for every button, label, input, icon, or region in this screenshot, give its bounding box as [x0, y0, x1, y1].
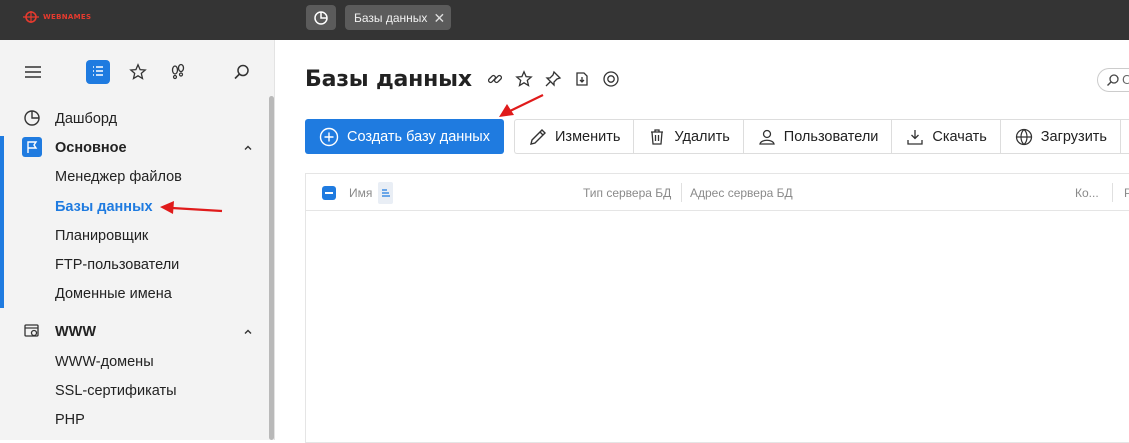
tab-label: Базы данных	[354, 10, 428, 25]
logo-text: WEBNAMES	[43, 13, 92, 21]
action-toolbar: Изменить Удалить Пользователи Скачать За…	[514, 119, 1129, 154]
logo-mark-icon	[23, 11, 39, 23]
sidebar-toolbar	[0, 40, 275, 104]
search-icon[interactable]	[230, 60, 254, 84]
hamburger-menu-icon[interactable]	[21, 60, 45, 84]
column-divider[interactable]	[681, 183, 682, 202]
download-icon	[907, 129, 924, 145]
search-icon	[1107, 74, 1119, 86]
download-button[interactable]: Скачать	[892, 120, 1001, 153]
column-server-type[interactable]: Тип сервера БД	[583, 186, 671, 200]
table-header: Имя Тип сервера БД Адрес сервера БД Ко..…	[306, 174, 1129, 211]
globe-upload-icon	[1015, 128, 1032, 145]
pie-chart-icon	[22, 108, 42, 128]
column-server-address[interactable]: Адрес сервера БД	[690, 186, 793, 200]
create-button-label: Создать базу данных	[347, 128, 490, 145]
sidebar-item-label: SSL-сертификаты	[55, 382, 177, 399]
upload-label: Загрузить	[1040, 128, 1107, 145]
title-actions	[485, 69, 621, 89]
sidebar-item-label: Доменные имена	[55, 285, 172, 302]
create-database-button[interactable]: Создать базу данных	[305, 119, 504, 154]
column-divider[interactable]	[1112, 183, 1113, 202]
plus-circle-icon	[319, 127, 339, 146]
chevron-up-icon[interactable]	[243, 143, 253, 153]
sidebar-item-php[interactable]: PHP	[0, 405, 268, 434]
tab-databases[interactable]: Базы данных ✕	[345, 5, 452, 30]
sidebar-section-label: WWW	[55, 323, 97, 340]
chevron-up-icon[interactable]	[243, 327, 253, 337]
sidebar-section-main[interactable]: Основное	[0, 133, 268, 162]
sidebar-item-dashboard[interactable]: Дашборд	[0, 104, 268, 133]
help-lifebuoy-icon[interactable]	[601, 69, 621, 89]
star-icon[interactable]	[126, 60, 150, 84]
upload-button[interactable]: Загрузить	[1001, 120, 1121, 153]
logo[interactable]: WEBNAMES	[22, 10, 91, 24]
sidebar-section-www[interactable]: WWW	[0, 317, 268, 346]
sidebar-scrollbar[interactable]	[269, 96, 274, 440]
sidebar-item-label: PHP	[55, 411, 85, 428]
sidebar-item-www-domains[interactable]: WWW-домены	[0, 347, 268, 376]
sidebar-section-label: Основное	[55, 139, 127, 156]
sidebar-item-label: Базы данных	[55, 198, 153, 215]
list-view-icon[interactable]	[86, 60, 110, 84]
edit-button[interactable]: Изменить	[515, 120, 635, 153]
trash-icon	[651, 128, 664, 145]
sidebar-item-ftp-users[interactable]: FTP-пользователи	[0, 250, 268, 279]
edit-label: Изменить	[555, 128, 621, 145]
main-content: Базы данных С Создать базу данных Измени…	[275, 40, 1129, 443]
delete-label: Удалить	[674, 128, 730, 145]
page-title: Базы данных	[305, 67, 472, 92]
pencil-icon	[530, 128, 546, 145]
footprints-icon[interactable]	[166, 60, 190, 84]
sidebar-item-ssl-certificates[interactable]: SSL-сертификаты	[0, 376, 268, 405]
link-icon[interactable]	[485, 69, 505, 89]
sidebar-item-label: FTP-пользователи	[55, 256, 180, 273]
users-label: Пользователи	[783, 128, 879, 145]
dashboard-tab-button[interactable]	[306, 5, 336, 30]
sort-icon[interactable]	[378, 182, 393, 204]
flag-icon	[22, 137, 42, 157]
www-gear-icon	[22, 321, 42, 341]
sidebar-item-label: Менеджер файлов	[55, 168, 182, 185]
sidebar-item-domain-names[interactable]: Доменные имена	[0, 279, 268, 308]
sidebar: Дашборд Основное Менеджер файлов Базы да…	[0, 40, 275, 440]
databases-table: Имя Тип сервера БД Адрес сервера БД Ко..…	[305, 173, 1129, 443]
search-field[interactable]: С	[1097, 68, 1129, 92]
pie-chart-icon	[314, 10, 328, 25]
select-all-checkbox[interactable]	[322, 186, 336, 200]
sidebar-item-label: Планировщик	[55, 227, 149, 244]
column-count[interactable]: Ко...	[1075, 186, 1099, 200]
export-document-icon[interactable]	[572, 69, 592, 89]
users-button[interactable]: Пользователи	[744, 120, 893, 153]
sidebar-item-scheduler[interactable]: Планировщик	[0, 221, 268, 250]
delete-button[interactable]: Удалить	[634, 120, 744, 153]
column-name[interactable]: Имя	[349, 186, 372, 200]
sidebar-item-databases[interactable]: Базы данных	[0, 192, 268, 221]
sidebar-item-label: WWW-домены	[55, 353, 154, 370]
top-bar: WEBNAMES Базы данных ✕	[0, 0, 1129, 40]
download-label: Скачать	[932, 128, 987, 145]
column-extra[interactable]: Р	[1124, 186, 1129, 200]
user-icon	[758, 129, 775, 145]
close-icon[interactable]: ✕	[433, 11, 445, 25]
sidebar-item-file-manager[interactable]: Менеджер файлов	[0, 162, 268, 191]
pin-icon[interactable]	[543, 69, 563, 89]
star-icon[interactable]	[514, 69, 534, 89]
search-hint: С	[1122, 73, 1129, 87]
sidebar-item-label: Дашборд	[55, 110, 118, 127]
